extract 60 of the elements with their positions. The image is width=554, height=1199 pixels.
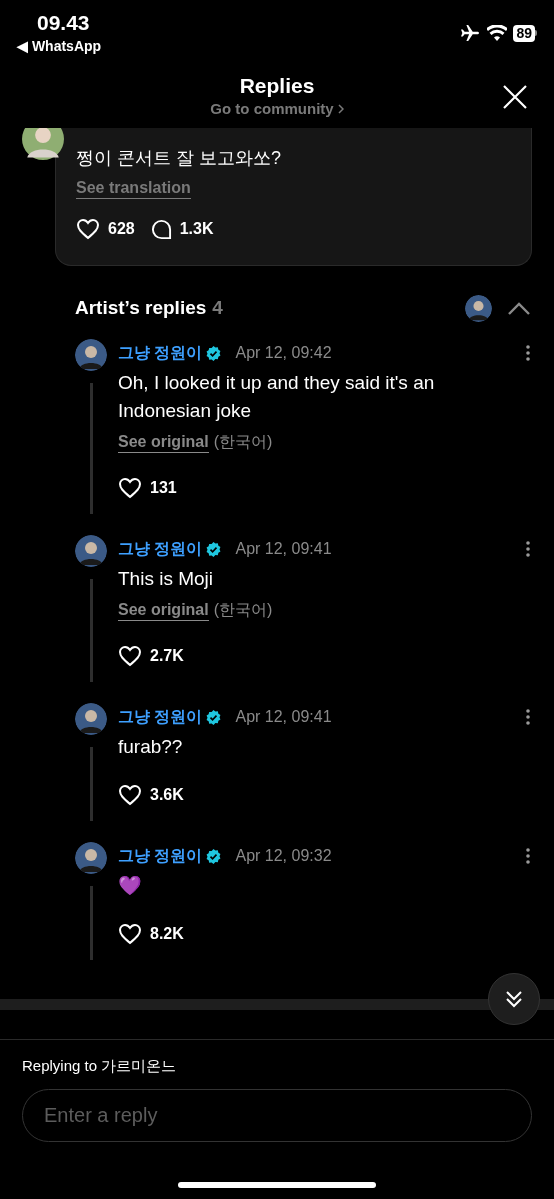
like-count: 2.7K — [150, 646, 184, 666]
language-label: (한국어) — [213, 600, 273, 620]
like-count: 8.2K — [150, 924, 184, 944]
timestamp: Apr 12, 09:41 — [235, 539, 332, 559]
timestamp: Apr 12, 09:32 — [235, 846, 332, 866]
heart-icon[interactable] — [118, 784, 142, 806]
wifi-icon — [487, 25, 508, 41]
collapse-icon[interactable] — [508, 301, 530, 315]
avatar[interactable] — [75, 703, 107, 735]
reply-count: 4 — [212, 295, 223, 320]
original-link[interactable]: See original — [118, 599, 209, 621]
back-to-app-link[interactable]: ◀ WhatsApp — [17, 36, 102, 56]
replying-to-label: Replying to 가르미온느 — [22, 1056, 178, 1076]
reply-text: This is Moji — [118, 567, 214, 591]
like-count: 3.6K — [150, 785, 184, 805]
avatar[interactable] — [75, 339, 107, 371]
author-name[interactable]: 그냥 정원이 — [118, 537, 203, 561]
reply-input[interactable]: Enter a reply — [22, 1089, 532, 1142]
close-icon[interactable] — [503, 85, 527, 109]
heart-icon[interactable] — [118, 923, 142, 945]
reply-text: furab?? — [118, 735, 184, 759]
battery-level: 89 — [513, 24, 535, 42]
translation-link[interactable]: See translation — [76, 178, 191, 199]
verified-icon — [206, 709, 222, 725]
avatar[interactable] — [22, 128, 64, 160]
more-icon[interactable] — [526, 345, 530, 361]
avatar[interactable] — [75, 535, 107, 567]
verified-icon — [206, 345, 222, 361]
original-link[interactable]: See original — [118, 431, 209, 453]
like-count: 628 — [108, 219, 135, 239]
author-name[interactable]: 그냥 정원이 — [118, 341, 203, 365]
airplane-icon — [459, 24, 482, 42]
timestamp: Apr 12, 09:41 — [235, 707, 332, 727]
chevron-right-icon[interactable] — [337, 104, 344, 114]
page-title: Replies — [239, 73, 315, 99]
section-title: Artist’s replies — [75, 295, 207, 320]
heart-icon[interactable] — [118, 477, 142, 499]
heart-icon[interactable] — [76, 218, 100, 240]
more-icon[interactable] — [526, 848, 530, 864]
double-chevron-down-icon — [505, 990, 523, 1008]
author-name[interactable]: 그냥 정원이 — [118, 705, 203, 729]
more-icon[interactable] — [526, 709, 530, 725]
language-label: (한국어) — [213, 432, 273, 452]
verified-icon — [206, 541, 222, 557]
comment-text: 쩡이 콘서트 잘 보고와쏘? — [76, 147, 282, 170]
reply-count: 1.3K — [179, 219, 214, 239]
heart-icon[interactable] — [118, 645, 142, 667]
more-icon[interactable] — [526, 541, 530, 557]
community-link[interactable]: Go to community — [210, 99, 334, 119]
scroll-down-button[interactable] — [488, 973, 540, 1025]
avatar[interactable] — [75, 842, 107, 874]
comment-icon[interactable] — [150, 218, 172, 240]
like-count: 131 — [150, 478, 177, 498]
avatar[interactable] — [465, 294, 492, 322]
reply-text: Oh, I looked it up and they said it's an Indonesian joke — [118, 371, 436, 423]
timestamp: Apr 12, 09:42 — [235, 343, 332, 363]
reply-text: 💜 — [118, 874, 143, 898]
verified-icon — [206, 848, 222, 864]
clock: 09.43 — [36, 10, 91, 36]
author-name[interactable]: 그냥 정원이 — [118, 844, 203, 868]
